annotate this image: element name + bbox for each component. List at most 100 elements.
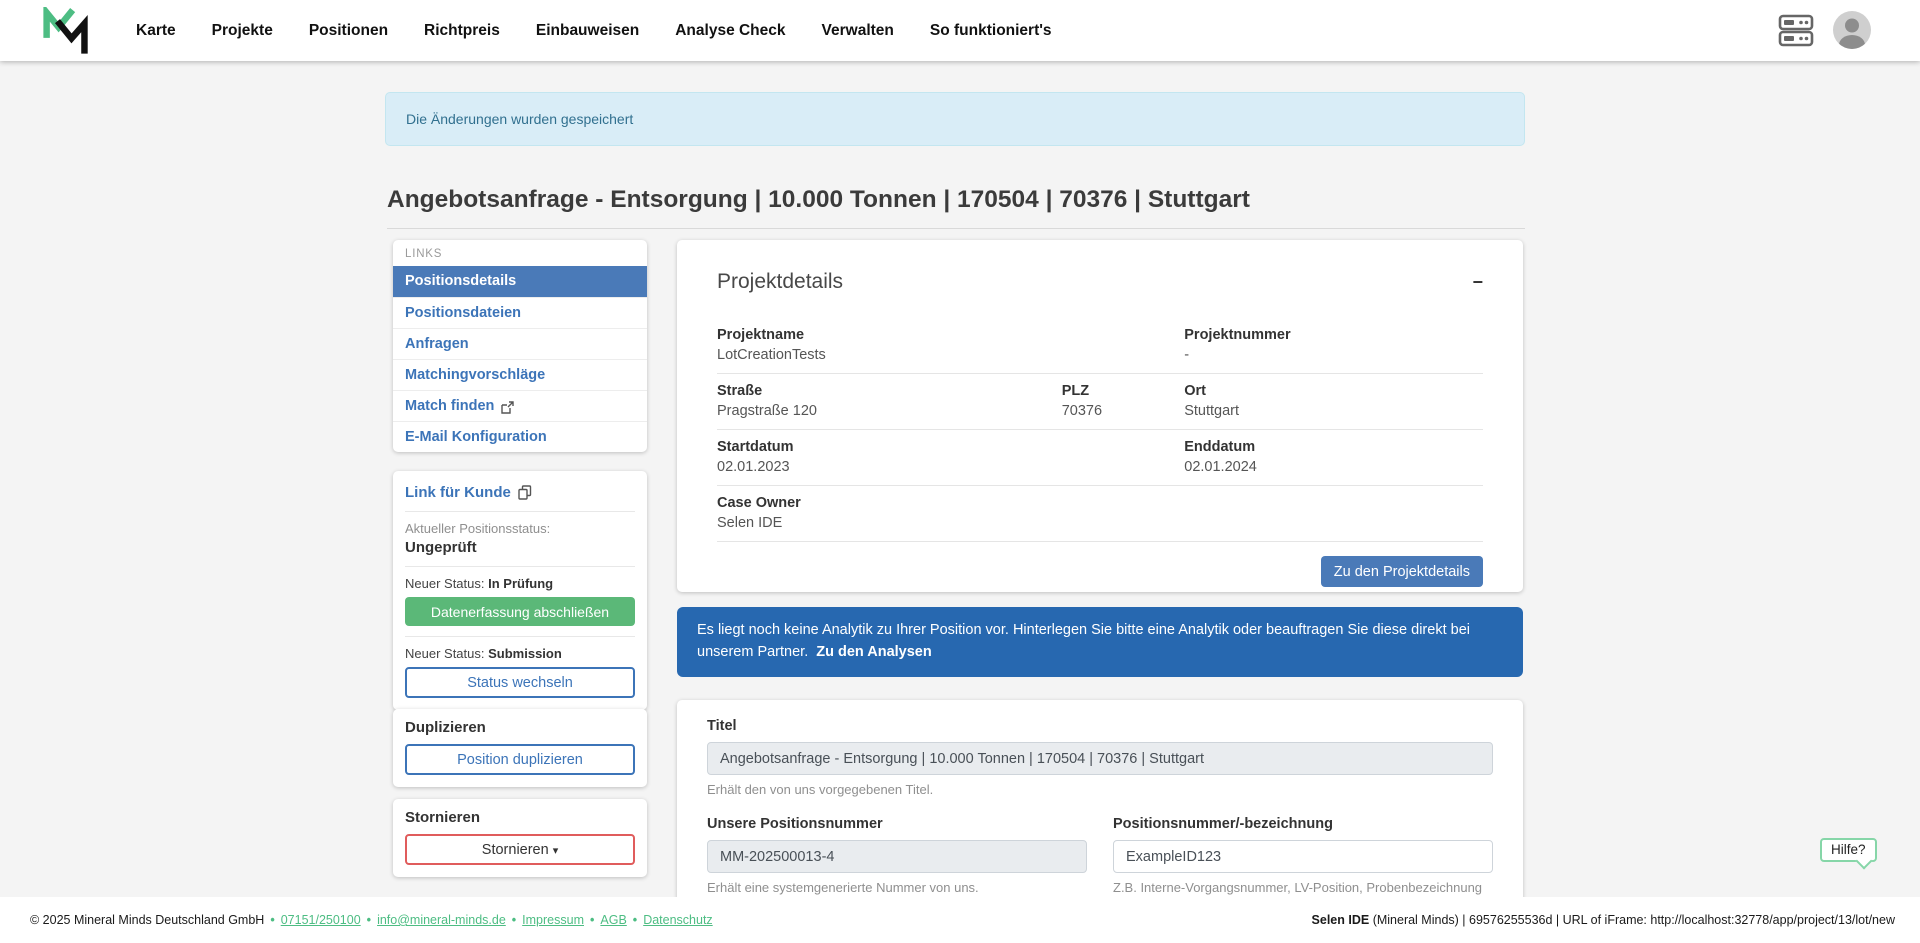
footer-separator: • [270,913,274,927]
sidebar-item-positionsdetails[interactable]: Positionsdetails [393,266,647,297]
duplicate-card: Duplizieren Position duplizieren [393,709,647,787]
custom-number-column: Positionsnummer/-bezeichnung Z.B. Intern… [1113,816,1493,895]
mineral-minds-logo[interactable] [42,7,90,55]
nav-item-positionen[interactable]: Positionen [309,22,388,40]
nav-item-karte[interactable]: Karte [136,22,176,40]
footer-user-name: Selen IDE [1312,913,1370,927]
current-status-value: Ungeprüft [405,539,635,567]
our-number-helper: Erhält eine systemgenerierte Nummer von … [707,880,1087,895]
nav-item-richtpreis[interactable]: Richtpreis [424,22,500,40]
collapse-icon[interactable]: − [1472,273,1483,291]
saved-alert-text: Die Änderungen wurden gespeichert [406,111,633,127]
our-number-field [707,840,1087,873]
footer-session-details: (Mineral Minds) | 69576255536d | URL of … [1369,913,1895,927]
divider [405,636,635,637]
sidebar-item-label: E-Mail Konfiguration [405,422,547,453]
footer-separator: • [633,913,637,927]
top-navbar: Karte Projekte Positionen Richtpreis Ein… [0,0,1920,61]
cancel-dropdown-button[interactable]: Stornieren ▾ [405,834,635,865]
project-details-title: Projektdetails [717,270,843,294]
field-label: PLZ [1062,383,1185,399]
sidebar-item-label: Positionsdateien [405,298,521,329]
sidebar-item-label: Positionsdetails [405,266,516,297]
help-button[interactable]: Hilfe? [1820,838,1877,862]
our-number-label: Unsere Positionsnummer [707,816,1087,832]
field-label: Enddatum [1184,439,1483,455]
title-field-helper: Erhält den von uns vorgegebenen Titel. [707,782,1493,797]
go-to-project-details-button[interactable]: Zu den Projektdetails [1321,556,1483,587]
footer-impressum-link[interactable]: Impressum [522,913,584,927]
nav-item-analyse-check[interactable]: Analyse Check [675,22,785,40]
field-enddatum: Enddatum 02.01.2024 [1184,439,1483,475]
customer-link-label: Link für Kunde [405,484,511,501]
new-status-line-1: Neuer Status: In Prüfung [405,576,635,591]
field-label: Ort [1184,383,1483,399]
field-label: Case Owner [717,495,1483,511]
duplicate-position-button[interactable]: Position duplizieren [405,744,635,775]
sidebar-links-card: LINKS Positionsdetails Positionsdateien … [393,240,647,452]
footer-copyright: © 2025 Mineral Minds Deutschland GmbH [30,913,264,927]
field-startdatum: Startdatum 02.01.2023 [717,439,1184,475]
field-value: Selen IDE [717,515,1483,531]
external-link-icon [501,401,514,414]
field-value: Stuttgart [1184,403,1483,419]
nav-item-projekte[interactable]: Projekte [212,22,273,40]
user-avatar-icon[interactable] [1833,11,1871,49]
footer-email-link[interactable]: info@mineral-minds.de [377,913,506,927]
footer-separator: • [512,913,516,927]
footer-left: © 2025 Mineral Minds Deutschland GmbH • … [30,913,713,927]
copy-icon [518,485,532,500]
status-card: Link für Kunde Aktueller Positionsstatus… [393,471,647,710]
custom-number-label: Positionsnummer/-bezeichnung [1113,816,1493,832]
duplicate-card-title: Duplizieren [405,719,635,736]
new-status-value: Submission [488,646,562,661]
caret-down-icon: ▾ [553,845,559,857]
nav-item-so-funktionierts[interactable]: So funktioniert's [930,22,1052,40]
field-projektname: Projektname LotCreationTests [717,327,1184,363]
sidebar-item-positionsdateien[interactable]: Positionsdateien [393,297,647,328]
title-field-label: Titel [707,718,1493,734]
analytics-banner: Es liegt noch keine Analytik zu Ihrer Po… [677,607,1523,677]
field-strasse: Straße Pragstraße 120 [717,383,1062,419]
footer: © 2025 Mineral Minds Deutschland GmbH • … [0,897,1920,943]
sidebar-item-label: Matchingvorschläge [405,360,545,391]
footer-separator: • [590,913,594,927]
custom-number-field[interactable] [1113,840,1493,873]
nav-item-verwalten[interactable]: Verwalten [822,22,894,40]
current-status-label: Aktueller Positionsstatus: [405,521,635,536]
footer-datenschutz-link[interactable]: Datenschutz [643,913,712,927]
nav-item-einbauweisen[interactable]: Einbauweisen [536,22,639,40]
footer-separator: • [367,913,371,927]
cancel-button-label: Stornieren [482,842,549,858]
cancel-card-title: Stornieren [405,809,635,826]
field-value: 02.01.2024 [1184,459,1483,475]
links-header: LINKS [393,240,647,266]
new-status-line-2: Neuer Status: Submission [405,646,635,661]
field-label: Projektnummer [1184,327,1483,343]
go-to-analyses-link[interactable]: Zu den Analysen [816,644,931,660]
customer-link[interactable]: Link für Kunde [405,481,635,512]
footer-agb-link[interactable]: AGB [600,913,626,927]
field-plz: PLZ 70376 [1062,383,1185,419]
switch-status-button[interactable]: Status wechseln [405,667,635,698]
server-rack-icon[interactable] [1778,14,1814,47]
cancel-card: Stornieren Stornieren ▾ [393,799,647,877]
footer-session-info: Selen IDE (Mineral Minds) | 69576255536d… [1312,913,1895,927]
main-menu: Karte Projekte Positionen Richtpreis Ein… [136,0,1052,61]
page-title: Angebotsanfrage - Entsorgung | 10.000 To… [387,186,1525,229]
sidebar-item-label: Anfragen [405,329,469,360]
field-ort: Ort Stuttgart [1184,383,1483,419]
sidebar-item-match-finden[interactable]: Match finden [393,390,647,421]
new-status-label: Neuer Status: [405,576,485,591]
sidebar-item-matchingvorschlaege[interactable]: Matchingvorschläge [393,359,647,390]
sidebar-item-anfragen[interactable]: Anfragen [393,328,647,359]
field-case-owner: Case Owner Selen IDE [717,495,1483,531]
field-label: Projektname [717,327,1184,343]
sidebar-item-email-konfiguration[interactable]: E-Mail Konfiguration [393,421,647,452]
field-label: Startdatum [717,439,1184,455]
complete-data-entry-button[interactable]: Datenerfassung abschließen [405,597,635,626]
field-projektnummer: Projektnummer - [1184,327,1483,363]
footer-phone-link[interactable]: 07151/250100 [281,913,361,927]
new-status-label: Neuer Status: [405,646,485,661]
our-number-column: Unsere Positionsnummer Erhält eine syste… [707,816,1087,895]
